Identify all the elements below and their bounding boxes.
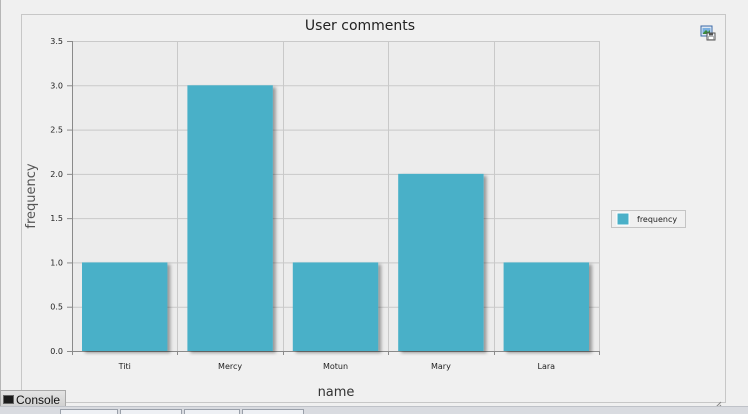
y-tick-label: 2.5 [50, 126, 63, 135]
bar-lara [503, 262, 589, 351]
plot-area: 0.0 0.5 1.0 1.5 2.0 2.5 3.0 3.5 Titi Mercy Motun Ma… [50, 37, 600, 371]
y-tick-label: 3.5 [50, 37, 63, 46]
chart-title: User comments [305, 18, 415, 34]
console-tab-label: Console [16, 392, 61, 407]
legend-label-frequency: frequency [637, 215, 677, 224]
taskbar-item[interactable] [184, 409, 240, 414]
y-tick-label: 1.0 [50, 258, 63, 267]
taskbar-item[interactable] [120, 409, 182, 414]
y-tick-label: 0.0 [50, 347, 63, 356]
y-tick-label: 3.0 [50, 81, 63, 90]
chart-panel: User comments 0.0 0.5 1.0 1.5 2.0 2.5 3.0 3.5 Ti… [0, 0, 748, 413]
y-tick-label: 0.5 [50, 303, 63, 312]
bar-mercy [187, 85, 273, 352]
legend: frequency [611, 210, 686, 228]
bar-motun [292, 262, 379, 351]
legend-swatch [616, 212, 630, 226]
x-tick-label: Lara [538, 362, 556, 371]
bar-mary [398, 173, 484, 351]
y-axis-title: frequency [24, 163, 39, 229]
taskbar-item[interactable] [60, 409, 118, 414]
x-axis-title: name [318, 385, 355, 400]
x-tick-label: Mercy [218, 362, 242, 371]
export-image-icon-graphic [700, 25, 716, 41]
taskbar-item[interactable] [242, 409, 304, 414]
x-tick-label: Motun [323, 362, 348, 371]
y-tick-label: 2.0 [50, 170, 63, 179]
terminal-icon [3, 395, 14, 404]
bar-chart: User comments 0.0 0.5 1.0 1.5 2.0 2.5 3.0 3.5 Ti… [0, 0, 748, 413]
export-image-icon[interactable] [700, 25, 716, 41]
bar-titi [82, 262, 168, 351]
x-tick-label: Mary [431, 362, 451, 371]
x-tick-label: Titi [118, 362, 131, 371]
y-tick-label: 1.5 [50, 214, 63, 223]
